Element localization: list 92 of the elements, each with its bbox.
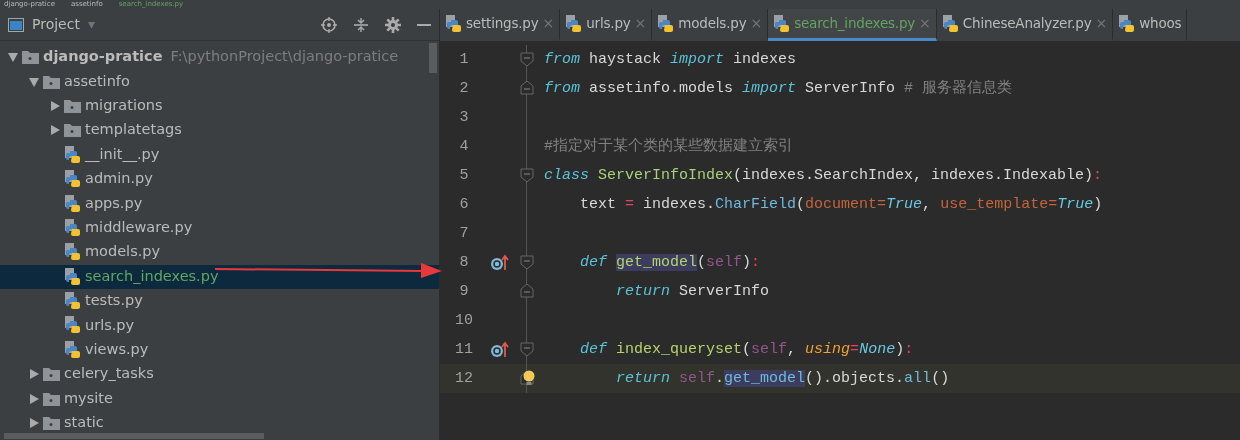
python-file-icon (64, 267, 81, 286)
tree-label: __init__.py (85, 144, 160, 164)
python-file-icon (1118, 14, 1136, 33)
code-line: def get_model(self): (579, 253, 761, 273)
line-number: 3 (458, 108, 470, 128)
python-file-icon (64, 292, 81, 311)
tree-label: mysite (64, 388, 113, 408)
tree-label: templatetags (85, 120, 182, 140)
folder-icon (43, 366, 60, 383)
tree-row[interactable]: search_indexes.py (0, 264, 439, 289)
folder-icon (64, 97, 81, 114)
collapsed-arrow-icon (50, 125, 60, 136)
tree-row[interactable]: tests.py (0, 288, 439, 314)
code-line: #指定对于某个类的某些数据建立索引 (543, 136, 793, 157)
tree-label: apps.py (85, 193, 143, 213)
tree-label: urls.py (85, 315, 135, 335)
folder-icon (43, 390, 60, 407)
line-number: 8 (458, 253, 470, 273)
tree-row[interactable]: admin.py (0, 166, 439, 192)
tree-row[interactable]: static (0, 410, 439, 436)
tree-label: celery_tasks (64, 364, 154, 384)
tree-row[interactable]: urls.py (0, 313, 439, 338)
line-number: 5 (458, 166, 470, 186)
collapse-all-icon (353, 16, 369, 33)
tree-label: views.py (85, 340, 149, 359)
python-file-icon (64, 340, 81, 359)
minimize-icon (417, 23, 431, 26)
line-number: 6 (458, 195, 470, 215)
python-file-icon (445, 14, 462, 33)
tree-row[interactable]: migrations (0, 93, 439, 119)
collapsed-arrow-icon (29, 393, 39, 404)
tree-row[interactable]: models.py (0, 240, 439, 265)
tree-label: assetinfo (64, 71, 130, 91)
python-file-icon (64, 170, 81, 189)
collapsed-arrow-icon (29, 369, 39, 380)
tree-row[interactable]: views.py (0, 337, 439, 363)
line-number: 2 (458, 79, 470, 99)
tree-row[interactable]: __init__.py (0, 142, 439, 167)
python-file-icon (64, 218, 81, 237)
folder-icon (64, 122, 81, 139)
python-file-icon (64, 145, 81, 164)
tree-row[interactable]: apps.py (0, 191, 439, 216)
line-number: 1 (458, 50, 470, 70)
project-path: F:\pythonProject\django-pratice (170, 47, 399, 67)
code-line: def index_queryset(self, using=None): (579, 340, 914, 360)
tree-label: middleware.py (85, 218, 193, 238)
target-icon (321, 16, 337, 33)
code-line: from assetinfo.models import ServerInfo # 服务器信息类 (543, 78, 1013, 99)
tree-label: search_indexes.py (85, 266, 219, 286)
editor-tab[interactable]: search_indexes.py × (768, 9, 937, 41)
tree-label: models.py (85, 242, 161, 262)
tree-row[interactable]: templatetags (0, 118, 439, 143)
scrollbar-thumb[interactable] (4, 433, 264, 439)
settings-icon (385, 16, 401, 33)
tree-row[interactable]: assetinfo (0, 69, 439, 94)
folder-icon (43, 415, 60, 432)
tree-label: migrations (85, 96, 163, 116)
python-file-icon (773, 14, 791, 33)
scrollbar-thumb[interactable] (429, 43, 437, 73)
tree-row[interactable]: middleware.py (0, 215, 439, 241)
folder-icon (43, 73, 60, 90)
tree-row[interactable]: celery_tasks (0, 362, 439, 387)
code-line: from haystack import indexes (543, 50, 797, 70)
panel-icon (8, 17, 24, 32)
tree-label: admin.py (85, 169, 153, 189)
python-file-icon (64, 316, 81, 335)
line-number: 12 (454, 369, 474, 389)
expanded-arrow-icon (8, 52, 18, 63)
line-number: 9 (458, 282, 470, 302)
tree-row[interactable]: mysite (0, 386, 439, 411)
tree-label: static (64, 413, 104, 433)
tree-label: django-pratice (43, 47, 163, 67)
code-line: return self.get_model().objects.all() (615, 369, 950, 389)
expanded-arrow-icon (29, 76, 39, 87)
code-line: return ServerInfo (615, 282, 770, 302)
python-file-icon (64, 243, 81, 262)
panel-title[interactable]: Project (32, 14, 80, 35)
tree-label: tests.py (85, 291, 143, 311)
line-number: 7 (458, 224, 470, 244)
code-line: class ServerInfoIndex(indexes.SearchIndex, indexes.Indexable): (543, 166, 1103, 186)
tree-row[interactable]: django-pratice F:\pythonProject\django-pratice (0, 45, 439, 70)
python-file-icon (657, 14, 675, 33)
python-file-icon (941, 14, 959, 33)
python-file-icon (64, 194, 81, 213)
line-number: 11 (454, 340, 474, 360)
folder-icon (22, 49, 39, 66)
line-number: 4 (458, 137, 470, 157)
code-line: text = indexes.CharField(document=True, use_template=True) (579, 195, 1103, 215)
collapsed-arrow-icon (50, 100, 60, 111)
python-file-icon (565, 14, 583, 33)
collapsed-arrow-icon (29, 418, 39, 429)
line-number: 10 (454, 311, 474, 331)
